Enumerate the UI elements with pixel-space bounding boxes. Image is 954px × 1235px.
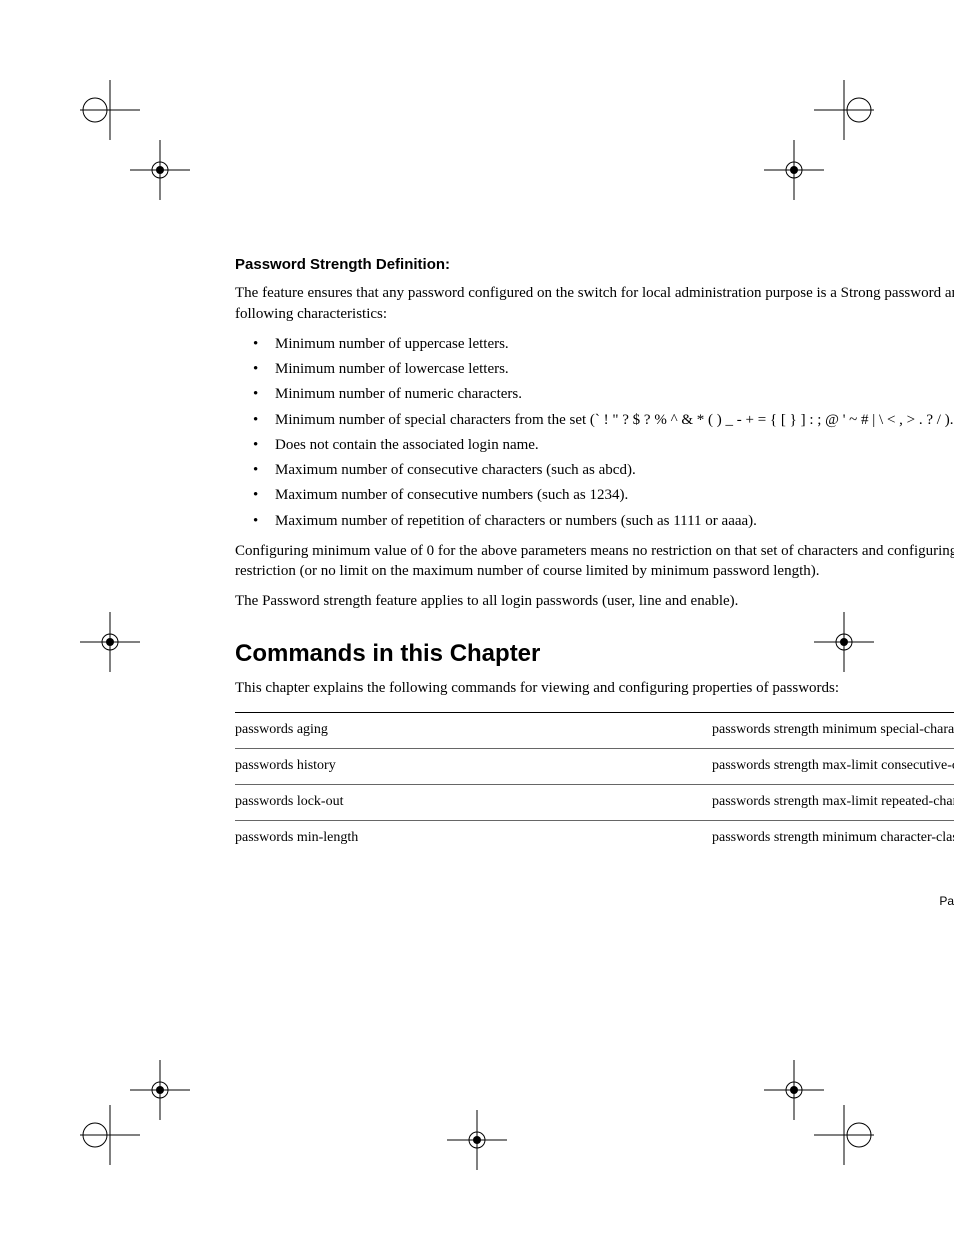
command-link[interactable]: passwords lock-out <box>235 784 712 820</box>
command-link[interactable]: passwords min-length <box>235 820 712 855</box>
feature-bullet-list: Minimum number of uppercase letters. Min… <box>235 334 954 531</box>
register-mark-icon <box>130 1060 190 1120</box>
list-item: Minimum number of lowercase letters. <box>235 359 954 379</box>
command-link[interactable]: passwords strength minimum character-cla… <box>712 820 954 855</box>
list-item: Maximum number of consecutive numbers (s… <box>235 485 954 505</box>
table-row: passwords lock-out passwords strength ma… <box>235 784 954 820</box>
command-link[interactable]: passwords strength minimum special-chara… <box>712 713 954 749</box>
section-heading: Commands in this Chapter <box>235 638 954 670</box>
subheading: Password Strength Definition: <box>235 255 954 275</box>
register-mark-icon <box>447 1110 507 1170</box>
list-item: Minimum number of uppercase letters. <box>235 334 954 354</box>
table-row: passwords history passwords strength max… <box>235 749 954 785</box>
list-item: Does not contain the associated login na… <box>235 435 954 455</box>
register-mark-icon <box>80 612 140 672</box>
footer-title: Password Management Commands <box>939 894 954 908</box>
register-mark-icon <box>764 1060 824 1120</box>
page-content: Password Strength Definition: The featur… <box>235 255 954 856</box>
register-mark-icon <box>814 80 874 140</box>
list-item: Maximum number of repetition of characte… <box>235 511 954 531</box>
table-row: passwords min-length passwords strength … <box>235 820 954 855</box>
command-link[interactable]: passwords strength max-limit repeated-ch… <box>712 784 954 820</box>
register-mark-icon <box>764 140 824 200</box>
intro-paragraph: The feature ensures that any password co… <box>235 283 954 324</box>
command-link[interactable]: passwords aging <box>235 713 712 749</box>
section-intro: This chapter explains the following comm… <box>235 678 954 698</box>
list-item: Minimum number of numeric characters. <box>235 384 954 404</box>
body-paragraph: The Password strength feature applies to… <box>235 591 954 611</box>
command-link[interactable]: passwords strength max-limit consecutive… <box>712 749 954 785</box>
commands-table: passwords aging passwords strength minim… <box>235 712 954 856</box>
register-mark-icon <box>80 80 140 140</box>
page-footer: Password Management Commands 1391 <box>699 891 954 910</box>
table-row: passwords aging passwords strength minim… <box>235 713 954 749</box>
list-item: Maximum number of consecutive characters… <box>235 460 954 480</box>
body-paragraph: Configuring minimum value of 0 for the a… <box>235 541 954 582</box>
command-link[interactable]: passwords history <box>235 749 712 785</box>
list-item: Minimum number of special characters fro… <box>235 410 954 430</box>
register-mark-icon <box>130 140 190 200</box>
